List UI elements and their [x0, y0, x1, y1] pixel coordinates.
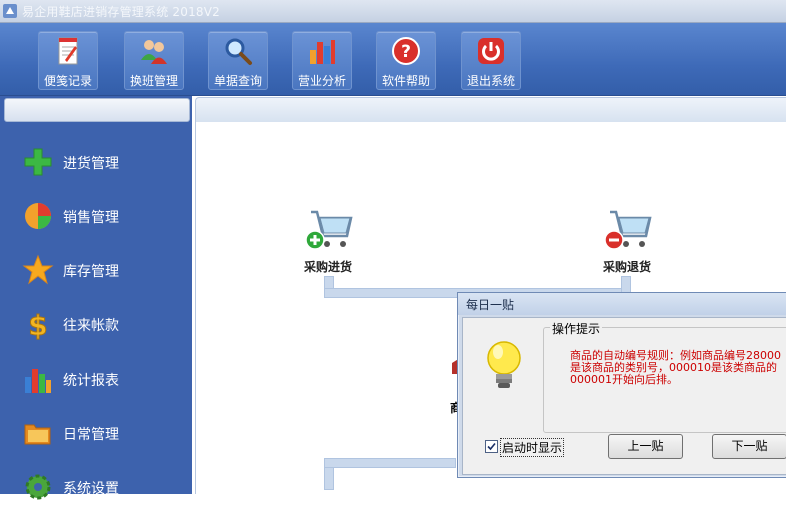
bar-chart-icon: [310, 40, 335, 64]
window-title: 易企用鞋店进销存管理系统 2018V2: [22, 5, 220, 19]
main-toolbar: 便笺记录 换班管理 单据查询 营业分析 ? 软件帮助 退出系统: [0, 23, 786, 96]
sidebar-item-label: 进货管理: [63, 156, 119, 172]
sidebar-item-label: 统计报表: [63, 373, 119, 389]
magnifier-icon: [225, 38, 252, 65]
help-icon: ?: [392, 37, 420, 65]
daily-tip-dialog: 每日一贴 操作提示 商品的自动编号规则：例如商品编号28000 是该商品的类别号…: [457, 292, 786, 478]
query-button[interactable]: 单据查询: [208, 31, 268, 90]
tip-groupbox: 操作提示 商品的自动编号规则：例如商品编号28000 是该商品的类别号，0000…: [543, 320, 786, 433]
dialog-title: 每日一贴: [466, 298, 515, 312]
checkbox-box[interactable]: [485, 440, 498, 453]
sidebar-item-label: 销售管理: [63, 210, 119, 226]
title-bar: 易企用鞋店进销存管理系统 2018V2: [0, 0, 786, 23]
flow-connector: [324, 458, 456, 468]
sidebar-header: [4, 98, 190, 122]
sidebar-item-purchase[interactable]: 进货管理: [0, 138, 192, 188]
main-header: [195, 97, 786, 123]
shift-button-label: 换班管理: [129, 74, 178, 88]
power-icon: [478, 38, 504, 64]
cart-remove-icon: [604, 210, 652, 250]
purchase-return-label: 采购退货: [602, 260, 651, 274]
pie-chart-icon: [25, 203, 51, 229]
exit-button-label: 退出系统: [466, 74, 515, 88]
dialog-title-bar[interactable]: 每日一贴: [458, 293, 786, 315]
sidebar-item-sales[interactable]: 销售管理: [0, 192, 192, 242]
app-icon: [3, 4, 17, 18]
sidebar-item-label: 日常管理: [63, 427, 119, 443]
sidebar-item-settings[interactable]: 系统设置: [0, 463, 192, 513]
lightbulb-icon: [487, 341, 521, 388]
users-icon: [141, 40, 167, 64]
prev-tip-button[interactable]: 上一贴: [608, 434, 683, 459]
tip-group-title: 操作提示: [550, 320, 603, 337]
sidebar-item-inventory[interactable]: 库存管理: [0, 246, 192, 296]
bar-chart-icon: [25, 369, 51, 393]
sidebar-item-daily[interactable]: 日常管理: [0, 409, 192, 459]
sidebar-item-label: 库存管理: [63, 264, 119, 280]
plus-icon: [24, 148, 52, 176]
folder-icon: [24, 424, 51, 445]
sidebar-item-label: 系统设置: [63, 481, 119, 497]
notes-button[interactable]: 便笺记录: [38, 31, 98, 90]
notes-button-label: 便笺记录: [43, 74, 92, 88]
analysis-button-label: 营业分析: [297, 74, 346, 88]
sidebar: 进货管理 销售管理 库存管理 $ 往来帐款 统计报表 日常管理 系统设置: [0, 96, 192, 500]
sidebar-item-label: 往来帐款: [63, 318, 119, 334]
checkbox-label: 启动时显示: [500, 438, 565, 457]
star-icon: [22, 254, 54, 285]
cart-add-icon: [305, 210, 353, 250]
purchase-in-label: 采购进货: [303, 260, 352, 274]
svg-text:?: ?: [401, 42, 411, 62]
analysis-button[interactable]: 营业分析: [292, 31, 352, 90]
help-button[interactable]: ? 软件帮助: [376, 31, 436, 90]
sidebar-item-accounts[interactable]: $ 往来帐款: [0, 300, 192, 350]
dialog-body: 操作提示 商品的自动编号规则：例如商品编号28000 是该商品的类别号，0000…: [462, 317, 786, 475]
gear-icon: [25, 474, 51, 500]
notepad-icon: [58, 37, 78, 65]
svg-text:$: $: [28, 309, 47, 340]
next-tip-button[interactable]: 下一贴: [712, 434, 786, 459]
sidebar-item-reports[interactable]: 统计报表: [0, 355, 192, 405]
tip-line: 000001开始向后排。: [570, 373, 678, 386]
help-button-label: 软件帮助: [381, 74, 430, 88]
check-icon: [487, 442, 496, 451]
dollar-icon: $: [28, 309, 48, 341]
query-button-label: 单据查询: [213, 74, 262, 88]
shift-button[interactable]: 换班管理: [124, 31, 184, 90]
tip-text: 商品的自动编号规则：例如商品编号28000 是该商品的类别号，000010是该类…: [570, 350, 786, 386]
exit-button[interactable]: 退出系统: [461, 31, 521, 90]
